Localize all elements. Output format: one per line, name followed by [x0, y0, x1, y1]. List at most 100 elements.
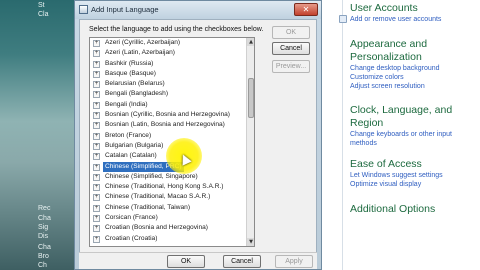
cp-link-suggest-settings[interactable]: Let Windows suggest settings [350, 171, 443, 180]
cancel-button[interactable]: Cancel [272, 42, 310, 55]
tree-item-label: Chinese (Traditional, Macao S.A.R.) [105, 193, 211, 201]
expand-plus-icon[interactable]: + [93, 153, 100, 161]
expand-plus-icon[interactable]: + [93, 60, 100, 68]
bottom-button-bar: OK Cancel Apply [79, 252, 317, 269]
background-text: Bro [38, 253, 49, 260]
background-text: Rec [38, 205, 51, 212]
tree-item-label: Bashkir (Russia) [105, 59, 154, 67]
dialog-title: Add Input Language [91, 5, 159, 14]
cp-heading-user-accounts[interactable]: User Accounts [350, 2, 441, 15]
cp-heading-ease-of-access[interactable]: Ease of Access [350, 158, 443, 171]
close-icon: ✕ [302, 5, 310, 14]
tree-item-label: Breton (France) [105, 131, 152, 139]
tree-item[interactable]: + Basque (Basque) [90, 69, 254, 79]
background-text: Sig [38, 224, 49, 231]
expand-plus-icon[interactable]: + [93, 91, 100, 99]
tree-item-label: Bosnian (Latin, Bosnia and Herzegovina) [105, 121, 225, 129]
tree-item[interactable]: + Croatian (Croatia) [90, 234, 254, 244]
ok-button[interactable]: OK [272, 26, 310, 39]
expand-plus-icon[interactable]: + [93, 204, 100, 212]
background-text: Cla [38, 11, 49, 18]
tree-item[interactable]: + Chinese (Traditional, Macao S.A.R.) [90, 192, 254, 202]
cp-link-optimize-display[interactable]: Optimize visual display [350, 180, 443, 189]
cp-link-desktop-background[interactable]: Change desktop background [350, 64, 460, 73]
keyboard-icon [79, 5, 88, 14]
tree-item-label: Catalan (Catalan) [105, 152, 157, 160]
expand-plus-icon[interactable]: + [93, 132, 100, 140]
expand-plus-icon[interactable]: + [93, 101, 100, 109]
expand-plus-icon[interactable]: + [93, 142, 100, 150]
shield-icon [339, 15, 347, 23]
bottom-apply-button[interactable]: Apply [275, 255, 313, 268]
scroll-thumb[interactable] [248, 78, 254, 118]
tree-item-label: Basque (Basque) [105, 69, 156, 77]
cp-section-appearance: Appearance and Personalization Change de… [350, 38, 460, 91]
tree-item[interactable]: + Bosnian (Cyrillic, Bosnia and Herzegovi… [90, 110, 254, 120]
cp-link-screen-resolution[interactable]: Adjust screen resolution [350, 82, 460, 91]
expand-plus-icon[interactable]: + [93, 50, 100, 58]
tree-item[interactable]: + Bengali (India) [90, 100, 254, 110]
tree-item-label: Bulgarian (Bulgaria) [105, 141, 164, 149]
expand-plus-icon[interactable]: + [93, 81, 100, 89]
cp-section-user-accounts: User Accounts Add or remove user account… [339, 2, 441, 24]
tree-item[interactable]: + Bosnian (Latin, Bosnia and Herzegovina) [90, 120, 254, 130]
background-text: St [38, 2, 45, 9]
tree-item-label: Azeri (Cyrillic, Azerbaijan) [105, 39, 181, 46]
expand-plus-icon[interactable]: + [93, 235, 100, 243]
tree-item[interactable]: + Breton (France) [90, 131, 254, 141]
tree-item[interactable]: + Croatian (Bosnia and Herzegovina) [90, 223, 254, 233]
expand-plus-icon[interactable]: + [93, 163, 100, 171]
background-text: Ch [38, 262, 47, 269]
expand-plus-icon[interactable]: + [93, 112, 100, 120]
background-panel: St Cla Rec Cha Sig Dis Cha Bro Ch [0, 0, 78, 270]
tree-item-label: Chinese (Traditional, Taiwan) [105, 203, 191, 211]
expand-plus-icon[interactable]: + [93, 40, 100, 47]
tree-item-label: Chinese (Traditional, Hong Kong S.A.R.) [105, 183, 224, 191]
tree-item-label: Croatian (Bosnia and Herzegovina) [105, 224, 208, 232]
tree-item-label: Belarusian (Belarus) [105, 80, 165, 88]
close-button[interactable]: ✕ [294, 3, 318, 16]
cp-heading-additional-options[interactable]: Additional Options [350, 203, 435, 216]
cp-heading-clock-language-region[interactable]: Clock, Language, and Region [350, 104, 460, 130]
cp-section-clock-language-region: Clock, Language, and Region Change keybo… [350, 104, 462, 148]
dialog-instruction: Select the language to add using the che… [89, 26, 264, 33]
expand-plus-icon[interactable]: + [93, 225, 100, 233]
control-panel-divider [342, 0, 343, 270]
bottom-ok-button[interactable]: OK [167, 255, 205, 268]
tree-scrollbar[interactable]: ▲ ▼ [246, 38, 254, 246]
expand-plus-icon[interactable]: + [93, 70, 100, 78]
tree-item[interactable]: + Azeri (Latin, Azerbaijan) [90, 48, 254, 58]
cp-link-add-remove-users[interactable]: Add or remove user accounts [350, 15, 441, 24]
dialog-titlebar[interactable]: Add Input Language ✕ [75, 1, 321, 19]
scroll-down-arrow-icon[interactable]: ▼ [247, 238, 254, 246]
preview-button[interactable]: Preview... [272, 60, 310, 73]
tree-item-label: Bengali (Bangladesh) [105, 90, 169, 98]
expand-plus-icon[interactable]: + [93, 173, 100, 181]
dialog-client-area: Select the language to add using the che… [79, 19, 317, 267]
background-text: Cha [38, 215, 51, 222]
expand-plus-icon[interactable]: + [93, 194, 100, 202]
tree-item-label: Corsican (France) [105, 214, 158, 222]
scroll-up-arrow-icon[interactable]: ▲ [247, 38, 254, 46]
tree-item[interactable]: + Chinese (Traditional, Taiwan) [90, 203, 254, 213]
tree-item[interactable]: + Corsican (France) [90, 213, 254, 223]
expand-plus-icon[interactable]: + [93, 215, 100, 223]
tree-item-label: Bengali (India) [105, 100, 148, 108]
cp-link-customize-colors[interactable]: Customize colors [350, 73, 460, 82]
tree-item[interactable]: + Bengali (Bangladesh) [90, 89, 254, 99]
cp-heading-appearance[interactable]: Appearance and Personalization [350, 38, 460, 64]
tree-item[interactable]: + Chinese (Traditional, Hong Kong S.A.R.) [90, 182, 254, 192]
tree-item[interactable]: + Azeri (Cyrillic, Azerbaijan) [90, 38, 254, 48]
cp-link-change-keyboards[interactable]: Change keyboards or other input methods [350, 130, 462, 148]
tree-item-label: Bosnian (Cyrillic, Bosnia and Herzegovin… [105, 111, 230, 119]
tree-item[interactable]: + Chinese (Simplified, Singapore) [90, 172, 254, 182]
expand-plus-icon[interactable]: + [93, 184, 100, 192]
tree-item-label: Croatian (Croatia) [105, 234, 158, 242]
background-text: Cha [38, 244, 51, 251]
background-text: Dis [38, 233, 49, 240]
tree-item[interactable]: + Bashkir (Russia) [90, 59, 254, 69]
tree-item[interactable]: + Belarusian (Belarus) [90, 79, 254, 89]
bottom-cancel-button[interactable]: Cancel [223, 255, 261, 268]
cp-section-additional-options: Additional Options [350, 203, 435, 216]
expand-plus-icon[interactable]: + [93, 122, 100, 130]
